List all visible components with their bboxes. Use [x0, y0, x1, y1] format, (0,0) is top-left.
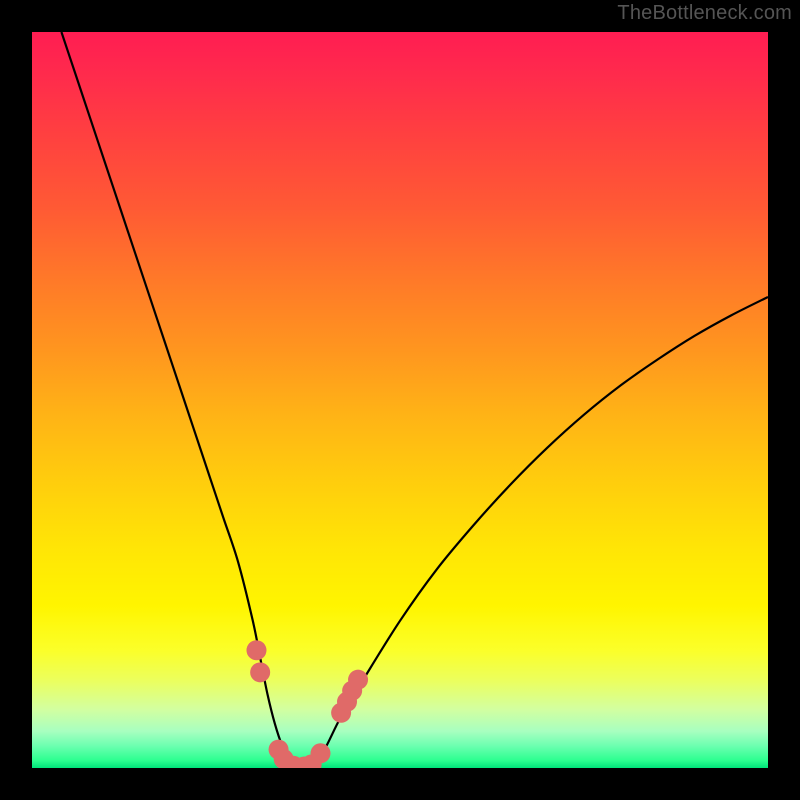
data-marker	[246, 640, 266, 660]
watermark-text: TheBottleneck.com	[617, 2, 792, 25]
data-marker	[311, 743, 331, 763]
marker-layer	[246, 640, 368, 768]
data-marker	[348, 670, 368, 690]
chart-svg	[32, 32, 768, 768]
bottleneck-curve	[61, 32, 768, 768]
plot-area	[32, 32, 768, 768]
data-marker	[250, 662, 270, 682]
chart-frame: TheBottleneck.com	[0, 0, 800, 800]
